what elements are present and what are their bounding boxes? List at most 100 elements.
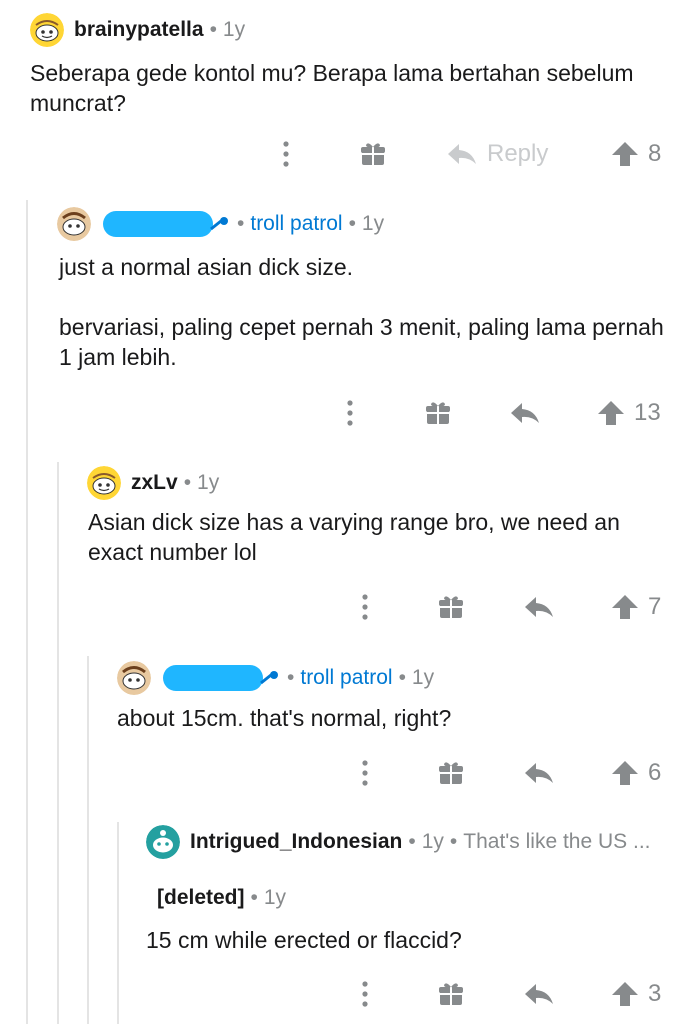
reply-icon: [511, 403, 539, 423]
reply-label: Reply: [487, 140, 549, 167]
vote-score: 8: [648, 140, 662, 167]
mod-shield-icon: [210, 217, 228, 231]
more-options-button[interactable]: [355, 758, 375, 788]
reply-button[interactable]: [524, 596, 554, 618]
comment-paragraph: Seberapa gede kontol mu? Berapa lama ber…: [30, 60, 634, 116]
reply-button[interactable]: [524, 983, 554, 1005]
separator-dot: •: [287, 666, 295, 689]
gift-icon: [426, 402, 450, 424]
comment-body: Asian dick size has a varying range bro,…: [88, 507, 678, 567]
award-button[interactable]: [438, 981, 464, 1007]
separator-dot: •: [209, 18, 217, 41]
comment-meta: • troll patrol • 1y: [57, 207, 384, 241]
comment-paragraph: just a normal asian dick size.: [59, 254, 354, 280]
user-flair: troll patrol: [300, 666, 393, 689]
comment-actions: 6: [0, 753, 698, 793]
comment-paragraph: Asian dick size has a varying range bro,…: [88, 509, 620, 565]
comment-body: just a normal asian dick size. bervarias…: [59, 252, 679, 372]
vote-score: 3: [648, 980, 662, 1007]
comment-meta: brainypatella • 1y: [30, 13, 245, 47]
more-vertical-icon: [347, 400, 353, 426]
upvote-arrow-icon: [612, 595, 638, 619]
award-button[interactable]: [425, 400, 451, 426]
comment-age: 1y: [222, 18, 246, 41]
comment-body: about 15cm. that's normal, right?: [117, 703, 677, 733]
reply-icon: [525, 597, 553, 617]
comment-body: Seberapa gede kontol mu? Berapa lama ber…: [30, 58, 680, 118]
more-options-button[interactable]: [340, 398, 360, 428]
upvote-button[interactable]: 3: [612, 980, 661, 1008]
user-flair: troll patrol: [250, 212, 343, 235]
thread-line[interactable]: [87, 656, 89, 1024]
comment-meta: • troll patrol • 1y: [117, 661, 434, 695]
more-vertical-icon: [283, 141, 289, 167]
snoo-avatar-icon[interactable]: [146, 825, 180, 859]
username[interactable]: brainypatella: [74, 18, 204, 42]
more-vertical-icon: [362, 594, 368, 620]
reply-button[interactable]: Reply: [447, 140, 548, 168]
vote-score: 6: [648, 759, 662, 786]
more-options-button[interactable]: [355, 592, 375, 622]
collapsed-comment-meta[interactable]: Intrigued_Indonesian • 1y • That's like …: [146, 825, 651, 859]
comment-paragraph: about 15cm. that's normal, right?: [117, 705, 452, 731]
upvote-arrow-icon: [612, 142, 638, 166]
reply-icon: [525, 763, 553, 783]
comment-actions: 3: [0, 974, 698, 1014]
gift-icon: [361, 143, 385, 165]
snoo-avatar-icon[interactable]: [30, 13, 64, 47]
reply-icon: [525, 984, 553, 1004]
comment-actions: 13: [0, 393, 698, 433]
more-vertical-icon: [362, 760, 368, 786]
vote-score: 7: [648, 593, 662, 620]
award-button[interactable]: [438, 760, 464, 786]
gift-icon: [439, 762, 463, 784]
snoo-avatar-icon[interactable]: [117, 661, 151, 695]
deleted-username: [deleted]: [157, 886, 245, 909]
separator-dot: •: [237, 212, 245, 235]
upvote-button[interactable]: 6: [612, 759, 661, 787]
comment-meta: [deleted] • 1y: [157, 886, 286, 910]
upvote-arrow-icon: [598, 401, 624, 425]
collapsed-preview: That's like the US ...: [463, 830, 651, 853]
award-button[interactable]: [360, 141, 386, 167]
comment-body: 15 cm while erected or flaccid?: [146, 925, 676, 955]
comment-age: 1y: [361, 212, 385, 235]
comment-age: 1y: [197, 471, 220, 494]
award-button[interactable]: [438, 594, 464, 620]
upvote-button[interactable]: 8: [612, 140, 661, 168]
separator-dot: •: [348, 212, 356, 235]
more-options-button[interactable]: [276, 139, 296, 169]
comment-paragraph: bervariasi, paling cepet pernah 3 menit,…: [59, 314, 664, 370]
snoo-avatar-icon[interactable]: [87, 466, 121, 500]
username[interactable]: Intrigued_Indonesian: [190, 830, 402, 854]
reply-button[interactable]: [510, 402, 540, 424]
comment-age: 1y: [263, 886, 287, 909]
comment-paragraph: 15 cm while erected or flaccid?: [146, 927, 462, 953]
mod-shield-icon: [260, 671, 278, 685]
upvote-button[interactable]: 13: [598, 399, 661, 427]
snoo-avatar-icon[interactable]: [57, 207, 91, 241]
separator-dot: •: [250, 886, 258, 909]
comment-actions: 7: [0, 587, 698, 627]
thread-line[interactable]: [57, 462, 59, 1024]
vote-score: 13: [634, 399, 661, 426]
upvote-arrow-icon: [612, 982, 638, 1006]
username[interactable]: zxLv: [131, 471, 178, 495]
reply-icon: [448, 144, 476, 164]
redacted-username: [163, 665, 263, 691]
comment-age: 1y: [411, 666, 435, 689]
separator-dot: •: [398, 666, 406, 689]
comment-age: 1y: [421, 830, 444, 853]
more-options-button[interactable]: [355, 979, 375, 1009]
separator-dot: •: [183, 471, 192, 494]
gift-icon: [439, 983, 463, 1005]
comment-actions: Reply 8: [0, 134, 698, 174]
upvote-arrow-icon: [612, 761, 638, 785]
gift-icon: [439, 596, 463, 618]
upvote-button[interactable]: 7: [612, 593, 661, 621]
separator-dot: •: [408, 830, 416, 853]
more-vertical-icon: [362, 981, 368, 1007]
reply-button[interactable]: [524, 762, 554, 784]
redacted-username: [103, 211, 213, 237]
comment-meta: zxLv • 1y: [87, 466, 219, 500]
